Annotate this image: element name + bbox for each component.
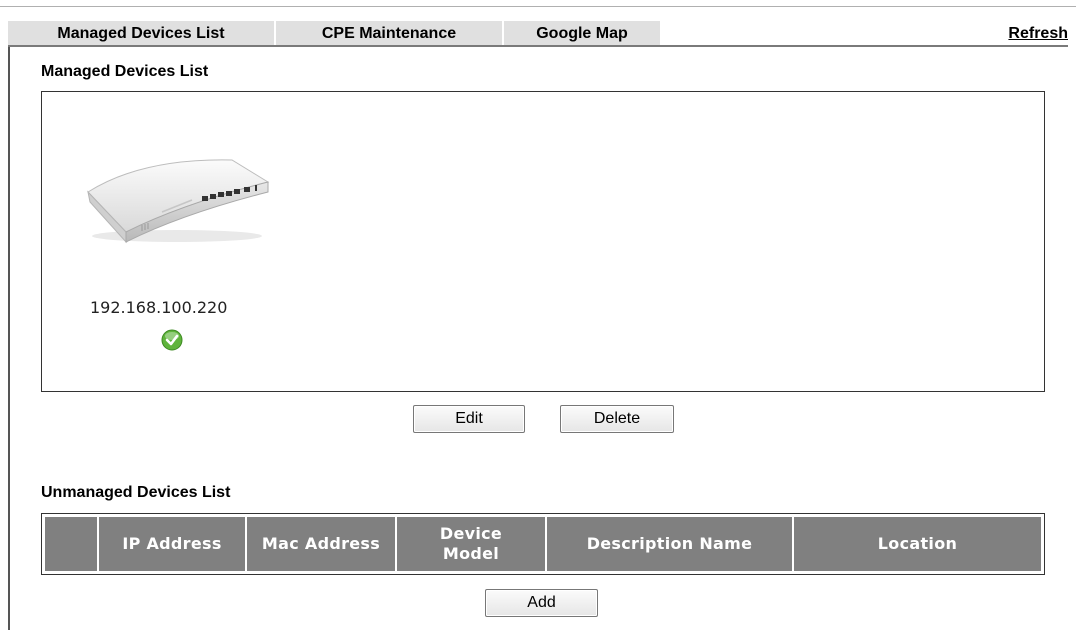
column-header-device-model: Device Model [397,517,545,571]
panel-left-border [8,47,10,630]
top-divider [0,6,1076,7]
delete-button[interactable]: Delete [560,405,674,433]
unmanaged-devices-table: IP Address Mac Address Device Model Desc… [41,513,1045,575]
column-header-select [45,517,97,571]
tab-bar-underline [8,45,1068,47]
tab-bar: Managed Devices List CPE Maintenance Goo… [8,21,1068,47]
edit-button[interactable]: Edit [413,405,525,433]
router-icon[interactable] [82,150,272,246]
tab-google-map[interactable]: Google Map [504,21,660,46]
check-circle-icon [161,329,183,351]
tab-managed-devices-list[interactable]: Managed Devices List [8,21,274,46]
column-header-description-name: Description Name [547,517,792,571]
unmanaged-devices-title: Unmanaged Devices List [41,484,231,501]
device-ip-label: 192.168.100.220 [90,298,228,317]
add-button[interactable]: Add [485,589,598,617]
column-header-mac-address: Mac Address [247,517,395,571]
column-header-location: Location [794,517,1041,571]
column-header-ip-address: IP Address [99,517,245,571]
refresh-link[interactable]: Refresh [1008,21,1068,46]
tab-cpe-maintenance[interactable]: CPE Maintenance [276,21,502,46]
managed-devices-panel: 192.168.100.220 [41,91,1045,392]
managed-devices-title: Managed Devices List [41,63,209,80]
